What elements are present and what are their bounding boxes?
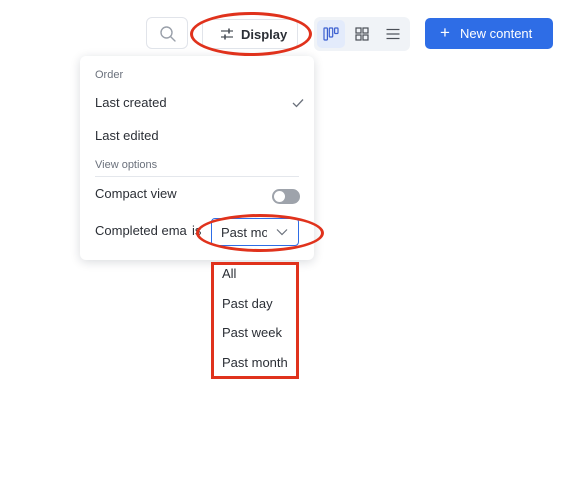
new-content-button[interactable]: + New content bbox=[425, 18, 553, 49]
search-button[interactable] bbox=[146, 17, 188, 49]
list-view-button[interactable] bbox=[379, 20, 407, 48]
completed-select-value: Past mo bbox=[221, 225, 267, 240]
display-button[interactable]: Display bbox=[202, 19, 298, 49]
order-option-last-edited[interactable]: Last edited bbox=[95, 128, 159, 143]
section-divider bbox=[95, 176, 299, 177]
order-section-title: Order bbox=[95, 69, 124, 81]
dropdown-option-past-week[interactable]: Past week bbox=[222, 325, 282, 340]
sliders-icon bbox=[221, 28, 233, 40]
order-option-last-created[interactable]: Last created bbox=[95, 95, 167, 110]
display-button-label: Display bbox=[241, 27, 288, 42]
compact-view-label: Compact view bbox=[95, 186, 177, 201]
check-icon bbox=[292, 99, 304, 108]
search-icon bbox=[160, 26, 176, 42]
compact-view-toggle[interactable] bbox=[272, 189, 300, 204]
plus-icon: + bbox=[440, 23, 450, 42]
dropdown-option-past-month[interactable]: Past month bbox=[222, 355, 288, 370]
completed-emails-select[interactable]: Past mo bbox=[211, 218, 299, 246]
completed-label-suffix: is bbox=[192, 223, 202, 238]
view-options-section-title: View options bbox=[95, 159, 158, 171]
toggle-knob bbox=[274, 191, 285, 202]
dropdown-option-all[interactable]: All bbox=[222, 266, 236, 281]
grid-icon bbox=[355, 27, 369, 41]
dropdown-option-past-day[interactable]: Past day bbox=[222, 296, 273, 311]
new-content-label: New content bbox=[460, 26, 533, 41]
view-switcher bbox=[314, 17, 410, 51]
completed-label-text: Completed ema bbox=[95, 223, 187, 238]
board-view-button[interactable] bbox=[317, 20, 345, 48]
list-icon bbox=[386, 28, 400, 40]
completed-emails-label: Completed ema is bbox=[95, 223, 201, 238]
board-icon bbox=[323, 27, 339, 41]
completed-emails-dropdown: All Past day Past week Past month bbox=[213, 262, 298, 378]
grid-view-button[interactable] bbox=[348, 20, 376, 48]
chevron-down-icon bbox=[276, 229, 288, 236]
